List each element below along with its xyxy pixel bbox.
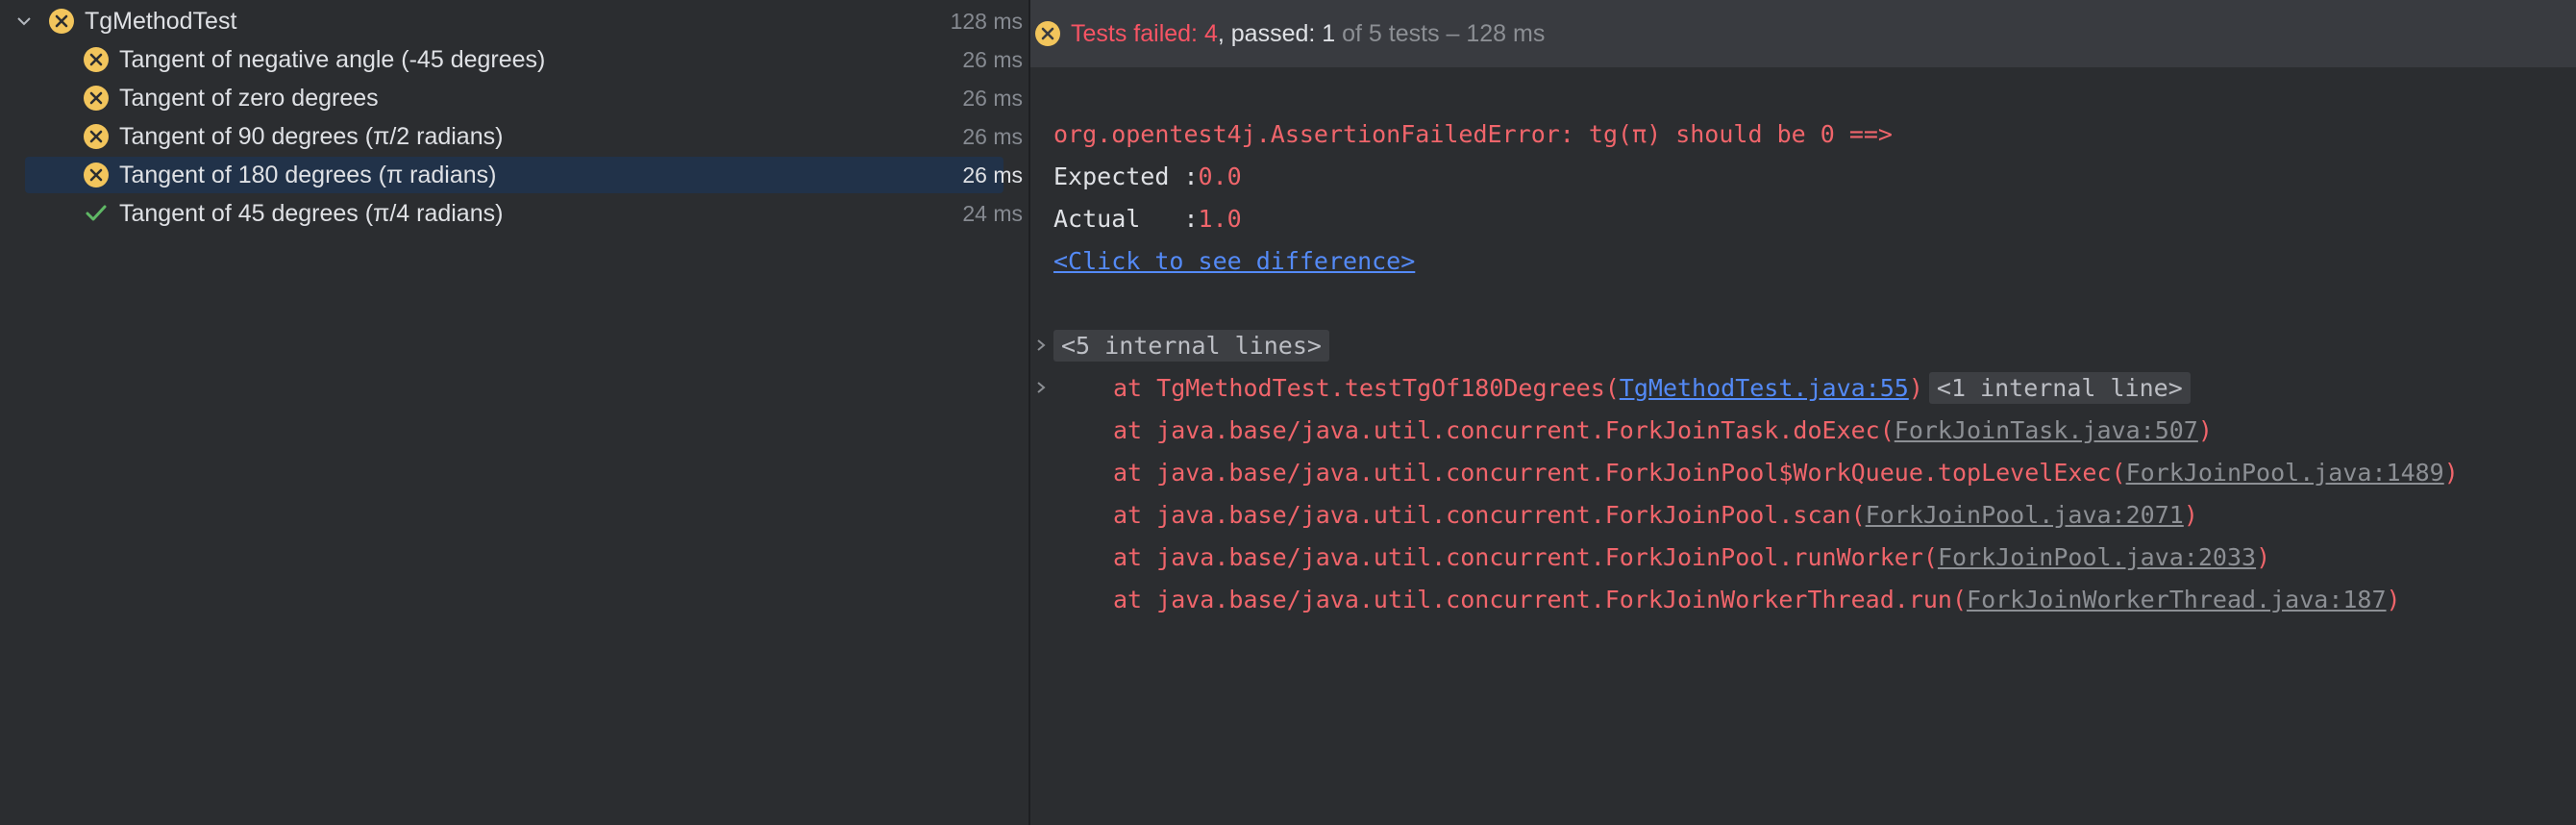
- stack-trace-line: at java.base/java.util.concurrent.ForkJo…: [1113, 538, 2270, 575]
- stack-frame-suffix: ): [2183, 500, 2198, 529]
- source-link[interactable]: TgMethodTest.java:55: [1620, 374, 1909, 402]
- status-separator: ,: [1217, 19, 1231, 47]
- internal-lines-fold[interactable]: <5 internal lines>: [1053, 329, 1329, 362]
- stack-frame-text: at java.base/java.util.concurrent.ForkJo…: [1113, 415, 1895, 444]
- failed-status-icon: [83, 85, 110, 112]
- tree-item-label: Tangent of 90 degrees (π/2 radians): [119, 122, 504, 150]
- tree-root-label: TgMethodTest: [85, 7, 237, 35]
- test-tree-panel: TgMethodTest 128 ms Tangent of negative …: [0, 0, 1028, 825]
- failed-status-icon: [83, 46, 110, 73]
- stack-trace-line: at TgMethodTest.testTgOf180Degrees(TgMet…: [1113, 369, 2191, 406]
- actual-line: Actual :1.0: [1053, 200, 1242, 237]
- actual-value: 1.0: [1198, 204, 1242, 233]
- failed-status-icon: [1034, 20, 1061, 47]
- source-link[interactable]: ForkJoinWorkerThread.java:187: [1967, 586, 2387, 613]
- console-output[interactable]: org.opentest4j.AssertionFailedError: tg(…: [1030, 67, 2576, 825]
- source-link[interactable]: ForkJoinPool.java:1489: [2126, 459, 2444, 487]
- tree-item-row[interactable]: Tangent of 90 degrees (π/2 radians) 26 m…: [0, 118, 1023, 155]
- tree-item-label: Tangent of 45 degrees (π/4 radians): [119, 199, 504, 227]
- stack-frame-suffix: ): [2256, 542, 2271, 571]
- stack-frame-suffix: ): [2443, 458, 2459, 487]
- tree-item-time: 26 ms: [962, 46, 1023, 72]
- failed-count: Tests failed: 4: [1071, 19, 1218, 47]
- failed-status-icon: [83, 162, 110, 188]
- stack-frame-text: at java.base/java.util.concurrent.ForkJo…: [1113, 542, 1938, 571]
- stack-trace-line: at java.base/java.util.concurrent.ForkJo…: [1113, 581, 2401, 617]
- chevron-down-icon[interactable]: [12, 3, 37, 39]
- status-summary: Tests failed: 4, passed: 1 of 5 tests – …: [1071, 20, 1545, 48]
- stack-frame-text: at java.base/java.util.concurrent.ForkJo…: [1113, 500, 1866, 529]
- stack-frame-suffix: ): [2197, 415, 2213, 444]
- failed-status-icon: [48, 8, 75, 35]
- status-total: of 5 tests – 128 ms: [1335, 19, 1546, 47]
- chevron-right-icon[interactable]: [1034, 327, 1048, 363]
- tree-root-row[interactable]: TgMethodTest 128 ms: [0, 3, 1023, 39]
- tree-item-row[interactable]: Tangent of negative angle (-45 degrees) …: [0, 41, 1023, 78]
- stack-trace-line: at java.base/java.util.concurrent.ForkJo…: [1113, 454, 2459, 490]
- see-difference-link[interactable]: <Click to see difference>: [1053, 247, 1415, 275]
- tree-item-label: Tangent of 180 degrees (π radians): [119, 161, 497, 188]
- source-link[interactable]: ForkJoinTask.java:507: [1895, 416, 2198, 444]
- stack-frame-suffix: ): [1908, 373, 1923, 402]
- stack-frame-text: at TgMethodTest.testTgOf180Degrees(: [1113, 373, 1620, 402]
- test-runner-window: TgMethodTest 128 ms Tangent of negative …: [0, 0, 2576, 825]
- console-panel: Tests failed: 4, passed: 1 of 5 tests – …: [1030, 0, 2576, 825]
- failed-status-icon: [83, 123, 110, 150]
- tree-item-time: 24 ms: [962, 200, 1023, 226]
- internal-line-fold[interactable]: <1 internal line>: [1928, 371, 2191, 404]
- expected-value: 0.0: [1198, 162, 1242, 190]
- tree-item-label: Tangent of negative angle (-45 degrees): [119, 45, 546, 73]
- source-link[interactable]: ForkJoinPool.java:2071: [1866, 501, 2184, 529]
- stack-frame-suffix: ): [2386, 585, 2401, 613]
- tree-item-row[interactable]: Tangent of zero degrees 26 ms: [0, 80, 1023, 116]
- expected-label: Expected :: [1053, 162, 1199, 190]
- expected-line: Expected :0.0: [1053, 158, 1242, 194]
- source-link[interactable]: ForkJoinPool.java:2033: [1938, 543, 2256, 571]
- diff-line: <Click to see difference>: [1053, 242, 1415, 279]
- tree-item-time: 26 ms: [962, 162, 1023, 188]
- tree-item-label: Tangent of zero degrees: [119, 84, 379, 112]
- checkmark-icon: [83, 200, 110, 227]
- chevron-right-icon[interactable]: [1034, 369, 1048, 406]
- test-status-bar: Tests failed: 4, passed: 1 of 5 tests – …: [1030, 0, 2576, 67]
- passed-count: passed: 1: [1230, 19, 1336, 47]
- tree-item-time: 26 ms: [962, 123, 1023, 149]
- tree-root-time: 128 ms: [950, 8, 1023, 34]
- folded-lines-row: <5 internal lines>: [1053, 327, 1329, 363]
- stack-trace-line: at java.base/java.util.concurrent.ForkJo…: [1113, 412, 2213, 448]
- tree-item-row[interactable]: Tangent of 45 degrees (π/4 radians) 24 m…: [0, 195, 1023, 232]
- stack-frame-text: at java.base/java.util.concurrent.ForkJo…: [1113, 458, 2126, 487]
- tree-item-row-selected[interactable]: Tangent of 180 degrees (π radians) 26 ms: [0, 157, 1023, 193]
- stack-frame-text: at java.base/java.util.concurrent.ForkJo…: [1113, 585, 1968, 613]
- stack-trace-line: at java.base/java.util.concurrent.ForkJo…: [1113, 496, 2198, 533]
- assertion-error-line: org.opentest4j.AssertionFailedError: tg(…: [1053, 119, 1893, 148]
- tree-item-time: 26 ms: [962, 85, 1023, 111]
- actual-label: Actual :: [1053, 204, 1199, 233]
